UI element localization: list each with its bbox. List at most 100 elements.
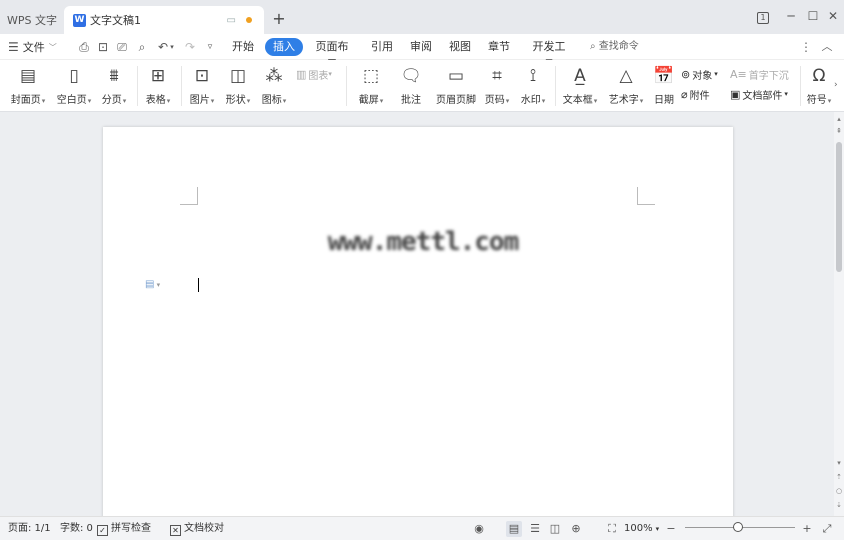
file-menu-button[interactable]: ☰ 文件 ﹀ — [8, 38, 57, 56]
word-count[interactable]: 字数: 0 — [60, 521, 93, 537]
tab-review[interactable]: 审阅 — [410, 38, 432, 56]
table-button[interactable]: ⊞ 表格▾ — [142, 64, 174, 106]
proofread-button[interactable]: ✕ 文档校对 — [170, 521, 224, 537]
blank-page-button[interactable]: ▯ 空白页▾ — [54, 64, 94, 106]
header-footer-button[interactable]: ▭ 页眉页脚 — [434, 64, 478, 106]
picture-label: 图片 — [189, 95, 210, 106]
save-icon[interactable]: ⎙ — [76, 38, 92, 56]
tab-view[interactable]: 视图 — [449, 38, 471, 56]
export-pdf-icon[interactable]: ⊡ — [95, 38, 111, 56]
ribbon-separator — [800, 66, 801, 106]
shape-button[interactable]: ◫ 形状▾ — [222, 64, 254, 106]
object-button[interactable]: ⊚ 对象 ▾ — [681, 66, 718, 82]
margin-corner-top-right — [637, 187, 655, 205]
header-footer-icon: ▭ — [447, 66, 465, 86]
tab-home[interactable]: 开始 — [232, 38, 254, 56]
tab-wps-home[interactable]: WPS 文字 — [0, 6, 64, 34]
icon-library-button[interactable]: ⁂ 图标▾ — [258, 64, 290, 106]
proofread-icon: ✕ — [170, 525, 181, 536]
scroll-up-icon[interactable]: ▴ — [834, 114, 844, 124]
text-box-button[interactable]: A̲ 文本框▾ — [561, 64, 599, 106]
word-art-icon: △ — [619, 66, 633, 86]
print-preview-icon[interactable]: ⌕ — [134, 38, 150, 56]
comment-button[interactable]: 🗨 批注 — [395, 64, 427, 106]
word-art-button[interactable]: △ 艺术字▾ — [606, 64, 646, 106]
proofread-label: 文档校对 — [184, 523, 224, 534]
customize-toolbar-icon[interactable]: ▿ — [202, 38, 218, 56]
screenshot-button[interactable]: ⬚ 截屏▾ — [354, 64, 388, 106]
maximize-button[interactable]: ☐ — [804, 6, 822, 26]
icon-library-icon: ⁂ — [265, 66, 283, 86]
scrollbar-thumb[interactable] — [836, 142, 842, 272]
zoom-in-button[interactable]: + — [799, 521, 815, 537]
text-box-icon: A̲ — [574, 66, 586, 86]
ribbon-insert: ▤ 封面页▾ ▯ 空白页▾ ⩩ 分页▾ ⊞ 表格▾ ⊡ 图片▾ ◫ 形状▾ ⁂ … — [0, 60, 844, 112]
doc-parts-button[interactable]: ▣ 文档部件 ▾ — [730, 86, 788, 102]
zoom-slider-handle[interactable] — [733, 522, 743, 532]
tab-developer[interactable]: 开发工具 — [528, 38, 570, 71]
new-tab-button[interactable]: + — [270, 8, 288, 30]
ribbon-separator — [555, 66, 556, 106]
scroll-page-up-icon[interactable]: ⇞ — [834, 126, 844, 136]
fit-page-icon[interactable]: ⛶ — [604, 521, 620, 537]
symbol-button[interactable]: Ω 符号▾ — [805, 64, 833, 106]
symbol-label: 符号 — [806, 95, 827, 106]
ribbon-scroll-right-icon[interactable]: › — [834, 80, 838, 90]
watermark-button[interactable]: ⟟ 水印▾ — [517, 64, 549, 106]
search-icon: ⌕ — [590, 41, 596, 52]
text-box-label: 文本框 — [562, 95, 593, 106]
chart-button[interactable]: ▥ 图表 ▾ — [296, 66, 332, 82]
page-number-button[interactable]: ⌗ 页码▾ — [482, 64, 512, 106]
picture-icon: ⊡ — [194, 66, 210, 86]
icon-library-label: 图标 — [261, 95, 282, 106]
eye-protection-icon[interactable]: ◉ — [471, 521, 487, 537]
tab-document[interactable]: W 文字文稿1 ▭ — [64, 6, 264, 34]
next-page-icon[interactable]: ⇣ — [834, 500, 844, 510]
unsaved-indicator-icon[interactable] — [246, 17, 252, 23]
web-view-icon[interactable]: ⊕ — [568, 521, 584, 537]
object-label: 对象 — [692, 70, 713, 82]
page-break-button[interactable]: ⩩ 分页▾ — [98, 64, 130, 106]
monitor-icon[interactable]: ▭ — [227, 15, 236, 26]
scroll-down-icon[interactable]: ▾ — [834, 458, 844, 468]
page-break-label: 分页 — [101, 95, 122, 106]
drop-cap-button[interactable]: A≡ 首字下沉 — [730, 66, 789, 82]
minimize-button[interactable]: ─ — [782, 6, 800, 26]
tab-page-layout[interactable]: 页面布局 — [312, 38, 352, 71]
object-icon: ⊚ — [681, 67, 691, 81]
tab-section[interactable]: 章节 — [488, 38, 510, 56]
window-badge-button[interactable]: 1 — [754, 6, 772, 26]
close-button[interactable]: ✕ — [824, 6, 842, 26]
attachment-button[interactable]: ⌀ 附件 — [681, 86, 710, 102]
date-button[interactable]: 📅 日期 — [651, 64, 677, 106]
browse-object-icon[interactable]: ○ — [834, 486, 844, 496]
undo-dropdown-icon[interactable]: ▾ — [168, 38, 176, 56]
tab-insert[interactable]: 插入 — [265, 38, 303, 56]
wps-writer-logo-icon: W — [73, 13, 86, 27]
cover-page-label: 封面页 — [10, 95, 41, 106]
picture-button[interactable]: ⊡ 图片▾ — [186, 64, 218, 106]
page-number-label: 页码 — [484, 95, 505, 106]
command-search[interactable]: ⌕ 查找命令 — [590, 38, 639, 56]
collapse-ribbon-icon[interactable]: ︿ — [820, 38, 834, 56]
redo-icon[interactable]: ↷ — [182, 38, 198, 56]
menu-bar: ☰ 文件 ﹀ ⎙ ⊡ ⎚ ⌕ ↶ ▾ ↷ ▿ 开始 插入 页面布局 引用 审阅 … — [0, 34, 844, 71]
vertical-scrollbar[interactable]: ▴ ⇞ ▾ ⇡ ○ ⇣ — [834, 112, 844, 516]
page-indicator[interactable]: 页面: 1/1 — [8, 521, 51, 537]
tab-references[interactable]: 引用 — [371, 38, 393, 56]
print-icon[interactable]: ⎚ — [114, 38, 130, 56]
cover-page-button[interactable]: ▤ 封面页▾ — [8, 64, 48, 106]
document-page[interactable]: www.mettl.com ▤ ▾ — [103, 127, 733, 516]
outline-view-icon[interactable]: ☰ — [527, 521, 543, 537]
spell-check-button[interactable]: ✓ 拼写检查 — [97, 521, 151, 537]
page-view-icon[interactable]: ▤ — [506, 521, 522, 537]
more-options-icon[interactable]: ⋮ — [800, 38, 812, 56]
reading-view-icon[interactable]: ◫ — [547, 521, 563, 537]
zoom-level-dropdown[interactable]: 100% ▾ — [624, 521, 659, 537]
prev-page-icon[interactable]: ⇡ — [834, 472, 844, 482]
fullscreen-icon[interactable]: ⤢ — [819, 521, 835, 537]
doc-parts-icon: ▣ — [730, 87, 741, 101]
paragraph-handle-icon[interactable]: ▤ ▾ — [145, 279, 160, 290]
file-menu-label: 文件 — [22, 41, 45, 54]
zoom-out-button[interactable]: − — [663, 521, 679, 537]
